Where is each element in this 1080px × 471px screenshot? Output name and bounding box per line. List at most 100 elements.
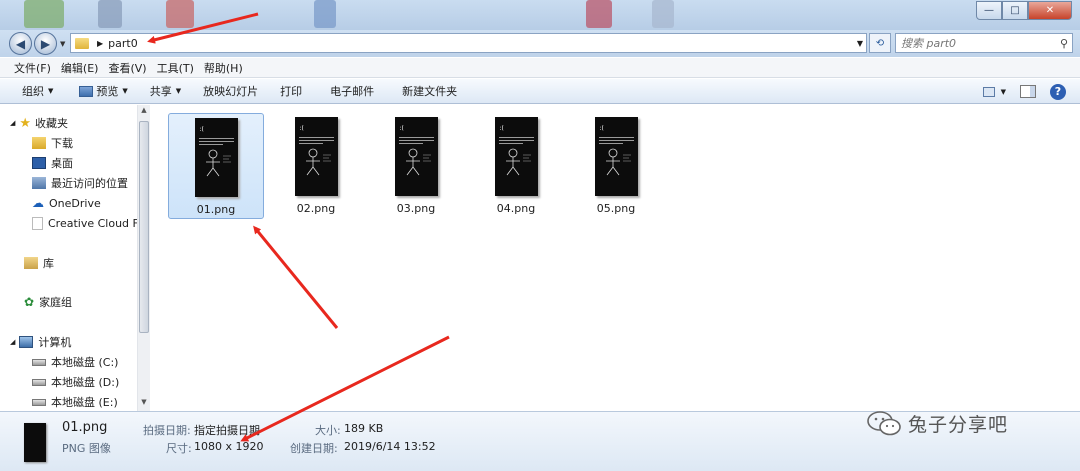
stick-figure-icon [505,148,531,176]
sidebar-item-creative-cloud[interactable]: Creative Cloud F [32,213,139,233]
image-thumbnail: :( [394,117,438,196]
address-dropdown-icon[interactable]: ▼ [857,39,863,48]
scroll-up-icon[interactable]: ▲ [138,106,150,118]
stick-figure-icon [405,148,431,176]
menu-help[interactable]: 帮助(H) [199,60,248,76]
help-icon[interactable]: ? [1050,83,1066,100]
sidebar-label: 下载 [51,137,73,150]
collapse-icon[interactable]: ◢ [10,338,15,346]
cloud-icon: ☁ [32,196,44,210]
sidebar-label: 桌面 [51,157,73,170]
sidebar-label: 家庭组 [39,296,73,309]
search-input[interactable] [901,36,1051,50]
watermark-text: 兔子分享吧 [908,413,1009,436]
share-label: 共享 [149,85,172,98]
drive-icon [32,398,46,406]
taskbar-app-blur [24,0,64,28]
file-item[interactable]: :(01.png [168,113,264,219]
email-button[interactable]: 电子邮件 [320,83,384,99]
menu-file[interactable]: 文件(F) [9,60,56,76]
stick-figure-icon [305,148,331,176]
image-thumbnail: :( [594,117,638,196]
forward-button[interactable]: ▶ [34,32,57,55]
sidebar-scrollbar[interactable]: ▲ ▼ [137,105,150,411]
file-icon [32,216,43,230]
search-box[interactable]: ⚲ [895,33,1073,53]
date-taken-label: 拍摄日期: [143,424,191,437]
thumbnail-emoticon: :( [599,125,604,132]
change-view-icon[interactable] [982,86,995,97]
sidebar-label: 本地磁盘 (E:) [51,396,118,409]
menu-edit[interactable]: 编辑(E) [56,60,104,76]
breadcrumb-current[interactable]: part0 [108,37,138,50]
sidebar-item-computer[interactable]: ◢ 计算机 [10,332,71,352]
chevron-down-icon: ▼ [48,87,54,95]
thumbnail-emoticon: :( [199,126,204,133]
recent-pages-dropdown[interactable]: ▼ [60,40,65,48]
desktop-icon [32,157,46,169]
new-folder-button[interactable]: 新建文件夹 [392,83,467,99]
thumbnail-emoticon: :( [499,125,504,132]
created-label: 创建日期: [290,442,338,455]
sidebar-label: 库 [43,257,54,270]
collapse-icon[interactable]: ◢ [10,119,15,127]
breadcrumb-chevron-icon[interactable]: ▶ [97,39,103,48]
taskbar-app-blur [586,0,612,28]
drive-icon [32,378,46,386]
sidebar-item-libraries[interactable]: 库 [24,253,54,273]
address-bar[interactable]: ▶ part0 ▼ [70,33,867,53]
back-button[interactable]: ◀ [9,32,32,55]
taskbar-app-blur [98,0,122,28]
menu-view[interactable]: 查看(V) [103,60,151,76]
refresh-button[interactable]: ⟲ [869,33,891,53]
navigation-pane: ◢ ★ 收藏夹 下载 桌面 最近访问的位置 ☁ OneDrive Creativ… [0,105,150,411]
print-button[interactable]: 打印 [270,83,312,99]
sidebar-label: Creative Cloud F [48,216,139,230]
organize-button[interactable]: 组织 ▼ [12,83,63,99]
sidebar-label: 本地磁盘 (D:) [51,376,120,389]
sidebar-item-recent[interactable]: 最近访问的位置 [32,173,128,193]
chevron-down-icon: ▼ [122,87,128,95]
dimensions-value: 1080 x 1920 [194,440,264,453]
dimensions-label: 尺寸: [166,442,192,455]
taskbar-app-blur [314,0,336,28]
refresh-icon: ⟲ [875,37,885,49]
sidebar-item-homegroup[interactable]: ✿ 家庭组 [24,292,72,312]
search-icon[interactable]: ⚲ [1060,37,1068,50]
share-button[interactable]: 共享 ▼ [140,83,191,99]
preview-icon [79,85,94,97]
view-dropdown-icon[interactable]: ▼ [1001,88,1006,96]
preview-label: 预览 [96,85,119,98]
minimize-button[interactable]: — [976,1,1002,20]
sidebar-item-drive-c[interactable]: 本地磁盘 (C:) [32,352,118,372]
preview-pane-icon[interactable] [1020,85,1036,98]
wechat-logo-icon [867,411,901,436]
taskbar-app-blur [652,0,674,28]
sidebar-item-onedrive[interactable]: ☁ OneDrive [32,193,101,213]
image-thumbnail: :( [194,118,238,197]
image-thumbnail: :( [494,117,538,196]
date-taken-value[interactable]: 指定拍摄日期 [194,422,260,438]
close-button[interactable]: ✕ [1028,1,1072,20]
maximize-button[interactable]: □ [1002,1,1028,20]
library-icon [24,257,38,269]
scroll-down-icon[interactable]: ▼ [138,398,150,410]
file-list: :(01.png:(02.png:(03.png:(04.png:(05.png [151,105,1080,411]
file-item[interactable]: :(03.png [368,113,464,219]
command-bar: 组织 ▼ 预览 ▼ 共享 ▼ 放映幻灯片 打印 电子邮件 新建文件夹 ▼ ? [0,79,1080,104]
sidebar-item-drive-e[interactable]: 本地磁盘 (E:) [32,392,118,411]
file-item[interactable]: :(02.png [268,113,364,219]
sidebar-item-downloads[interactable]: 下载 [32,133,73,153]
file-item[interactable]: :(04.png [468,113,564,219]
sidebar-item-favorites[interactable]: ◢ ★ 收藏夹 [10,113,68,133]
slideshow-button[interactable]: 放映幻灯片 [193,83,268,99]
file-item[interactable]: :(05.png [568,113,664,219]
sidebar-item-desktop[interactable]: 桌面 [32,153,73,173]
sidebar-item-drive-d[interactable]: 本地磁盘 (D:) [32,372,119,392]
menu-tools[interactable]: 工具(T) [152,60,199,76]
file-name: 02.png [296,202,336,215]
back-arrow-icon: ◀ [15,36,26,51]
scrollbar-thumb[interactable] [139,121,149,333]
preview-button[interactable]: 预览 ▼ [69,83,137,99]
homegroup-icon: ✿ [24,295,35,309]
